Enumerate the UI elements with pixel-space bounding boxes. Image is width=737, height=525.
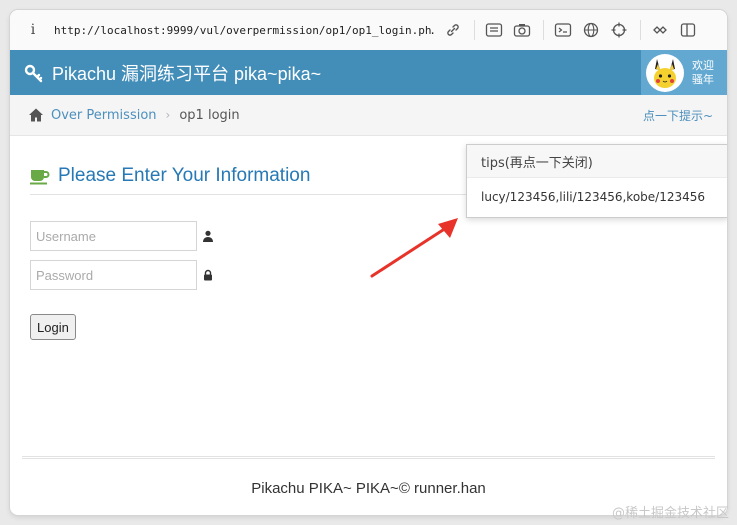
tips-popover[interactable]: tips(再点一下关闭) lucy/123456,lili/123456,kob…: [466, 144, 727, 218]
toolbar-separator: [543, 20, 544, 40]
username-row: [30, 221, 214, 251]
password-input[interactable]: [30, 260, 197, 290]
address-bar: i http://localhost:9999/vul/overpermissi…: [10, 10, 727, 51]
breadcrumb-link-over-permission[interactable]: Over Permission: [51, 108, 157, 123]
browser-window: i http://localhost:9999/vul/overpermissi…: [10, 10, 727, 515]
username-label: 骚年: [692, 72, 714, 86]
url-field[interactable]: http://localhost:9999/vul/overpermission…: [54, 24, 434, 37]
coffee-cup-icon: [30, 170, 50, 185]
brand[interactable]: Pikachu 漏洞练习平台 pika~pika~: [24, 60, 321, 86]
welcome-text: 欢迎 骚年: [692, 59, 714, 87]
login-button[interactable]: Login: [30, 314, 76, 340]
site-header: Pikachu 漏洞练习平台 pika~pika~ 欢迎 骚年: [10, 50, 727, 95]
home-icon: [29, 108, 43, 122]
password-row: [30, 260, 214, 290]
sidebar-icon[interactable]: [679, 21, 697, 39]
link-icon[interactable]: [444, 21, 462, 39]
camera-icon[interactable]: [513, 21, 531, 39]
username-input[interactable]: [30, 221, 197, 251]
popover-title: tips(再点一下关闭): [467, 145, 727, 178]
toolbar-separator: [474, 20, 475, 40]
red-arrow-annotation: [370, 218, 458, 278]
footer-text: Pikachu PIKA~ PIKA~© runner.han: [251, 480, 486, 497]
user-icon: [203, 230, 213, 242]
pikachu-avatar-icon: [654, 58, 676, 88]
lock-icon: [204, 269, 212, 281]
reader-icon[interactable]: [485, 21, 503, 39]
globe-icon[interactable]: [582, 21, 600, 39]
toolbar-separator: [640, 20, 641, 40]
info-icon[interactable]: i: [26, 22, 40, 38]
key-icon: [24, 64, 43, 82]
tips-toggle-link[interactable]: 点一下提示~: [643, 107, 713, 124]
popover-content: lucy/123456,lili/123456,kobe/123456: [481, 190, 706, 204]
page-title: Please Enter Your Information: [58, 165, 311, 186]
chevron-right-icon: ›: [165, 108, 171, 122]
terminal-icon[interactable]: [554, 21, 572, 39]
welcome-line: 欢迎: [692, 58, 714, 72]
user-menu[interactable]: 欢迎 骚年: [641, 50, 727, 95]
breadcrumb-current: op1 login: [179, 107, 240, 123]
breadcrumb: Over Permission › op1 login 点一下提示~: [10, 95, 727, 136]
crosshair-icon[interactable]: [610, 21, 628, 39]
extensions-icon[interactable]: [651, 21, 669, 39]
site-title: Pikachu 漏洞练习平台 pika~pika~: [52, 63, 322, 84]
watermark: @稀土掘金技术社区: [611, 506, 729, 521]
avatar: [646, 53, 684, 92]
